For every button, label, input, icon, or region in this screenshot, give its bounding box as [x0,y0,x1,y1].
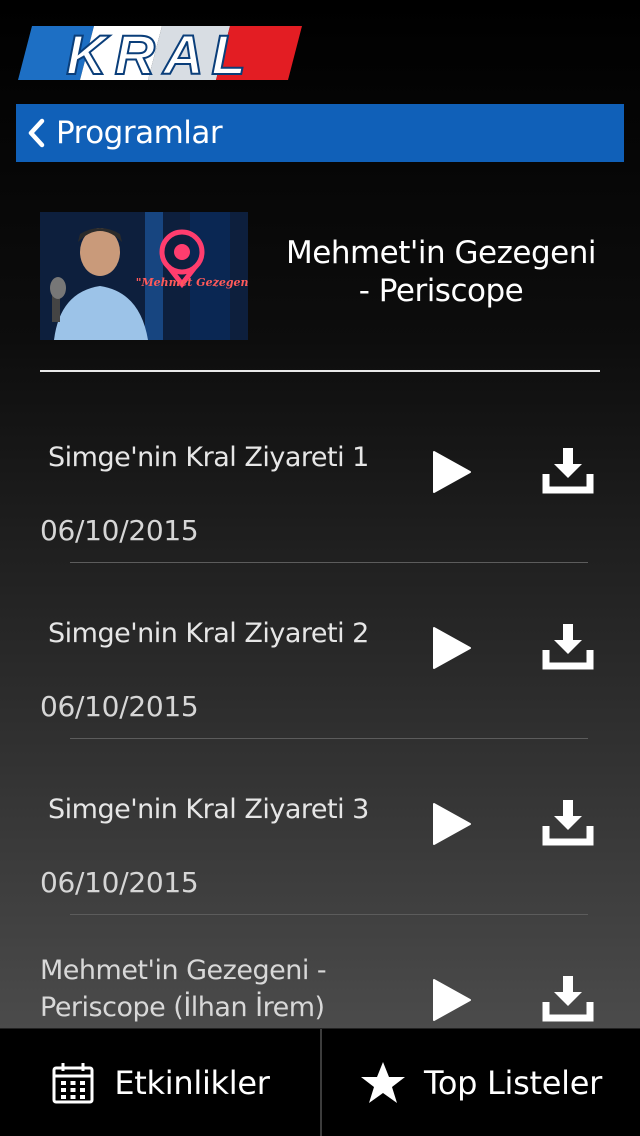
program-thumbnail: "Mehmet Gezegen" [40,212,248,340]
tab-label: Etkinlikler [114,1064,270,1102]
list-item: Simge'nin Kral Ziyareti 2 06/10/2015 [0,548,640,739]
episode-title: Simge'nin Kral Ziyareti 3 [48,794,369,825]
calendar-icon [50,1060,96,1106]
tab-bar: Etkinlikler Top Listeler [0,1028,640,1136]
kral-logo-graphic: KRAL [18,24,302,82]
kral-logo: KRAL [18,24,302,82]
download-icon[interactable] [542,446,594,496]
episode-date: 06/10/2015 [40,514,199,547]
tab-label: Top Listeler [424,1064,602,1102]
download-icon[interactable] [542,622,594,672]
episode-date: 06/10/2015 [40,690,199,723]
play-icon[interactable] [428,624,476,672]
episode-title: Simge'nin Kral Ziyareti 1 [48,442,369,473]
episode-title: Mehmet'in Gezegeni - Periscope (İlhan İr… [40,955,327,1023]
thumbnail-caption: "Mehmet Gezegen" [136,276,248,289]
logo-text: KRAL [66,24,254,82]
list-item: Mehmet'in Gezegeni - Periscope (İlhan İr… [0,952,640,1028]
download-icon[interactable] [542,974,594,1024]
episode-title: Simge'nin Kral Ziyareti 2 [48,618,369,649]
episode-list: Simge'nin Kral Ziyareti 1 06/10/2015 Sim… [0,372,640,915]
program-title: Mehmet'in Gezegeni - Periscope [286,235,596,309]
play-icon[interactable] [428,448,476,496]
chevron-left-icon[interactable] [22,104,52,162]
list-item: Simge'nin Kral Ziyareti 1 06/10/2015 [0,372,640,563]
star-icon [360,1060,406,1106]
play-icon[interactable] [428,976,476,1024]
download-icon[interactable] [542,798,594,848]
program-header: "Mehmet Gezegen" Mehmet'in Gezegeni - Pe… [40,212,600,342]
nav-title[interactable]: Programlar [56,115,223,151]
play-icon[interactable] [428,800,476,848]
list-separator [70,914,588,915]
tab-top-listeler[interactable]: Top Listeler [320,1029,640,1136]
navbar: Programlar [16,104,624,162]
episode-date: 06/10/2015 [40,866,199,899]
tab-etkinlikler[interactable]: Etkinlikler [0,1029,320,1136]
list-item: Simge'nin Kral Ziyareti 3 06/10/2015 [0,724,640,915]
